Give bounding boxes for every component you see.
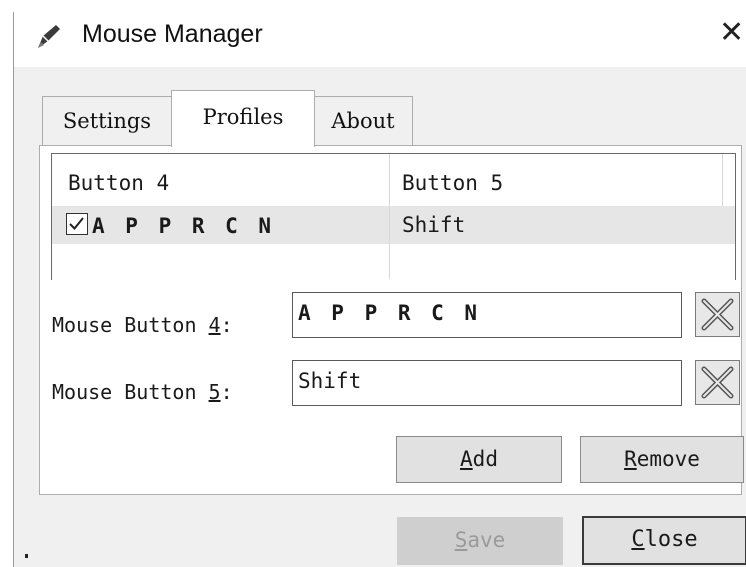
clear-button-4[interactable] — [695, 292, 740, 337]
window-title: Mouse Manager — [82, 20, 263, 48]
profile-button-5-value: Shift — [402, 213, 466, 237]
mouse-button-4-field[interactable]: A P P R C N — [292, 292, 682, 338]
title-bar[interactable]: Mouse Manager ✕ — [14, 12, 746, 67]
profiles-list[interactable]: Button 4 Button 5 A P P R C N Shift — [51, 153, 736, 280]
list-header: Button 4 Button 5 — [52, 154, 735, 206]
remove-button[interactable]: Remove — [580, 436, 744, 483]
mouse-button-4-label: Mouse Button 4: — [52, 313, 233, 337]
add-button[interactable]: Add — [396, 436, 562, 483]
save-button[interactable]: Save — [397, 517, 563, 565]
resize-grip — [25, 554, 28, 558]
tab-settings[interactable]: Settings — [42, 96, 172, 145]
profiles-panel: Button 4 Button 5 A P P R C N Shift Mous… — [39, 145, 744, 495]
pen-icon — [38, 25, 60, 48]
tab-profiles[interactable]: Profiles — [171, 90, 315, 147]
clear-x-icon — [701, 298, 734, 331]
profile-checkbox[interactable] — [66, 213, 88, 235]
profile-button-4-value: A P P R C N — [92, 214, 276, 238]
close-button[interactable]: Close — [582, 516, 746, 565]
checkmark-icon — [69, 217, 84, 230]
clear-x-icon — [701, 366, 734, 399]
column-header-button-4[interactable]: Button 4 — [68, 171, 169, 195]
mouse-manager-window: Mouse Manager ✕ Settings About Profiles … — [13, 12, 746, 567]
column-divider — [389, 154, 390, 279]
dialog-body: Settings About Profiles Button 4 Button … — [14, 67, 746, 567]
window-close-icon[interactable]: ✕ — [719, 18, 744, 48]
list-empty-area — [52, 244, 735, 280]
column-header-button-5[interactable]: Button 5 — [402, 171, 503, 195]
mouse-button-5-label: Mouse Button 5: — [52, 380, 233, 404]
column-divider — [722, 154, 723, 206]
list-item[interactable]: A P P R C N Shift — [52, 206, 735, 244]
tab-about[interactable]: About — [313, 96, 413, 145]
mouse-button-5-field[interactable]: Shift — [292, 360, 682, 406]
clear-button-5[interactable] — [695, 360, 740, 405]
